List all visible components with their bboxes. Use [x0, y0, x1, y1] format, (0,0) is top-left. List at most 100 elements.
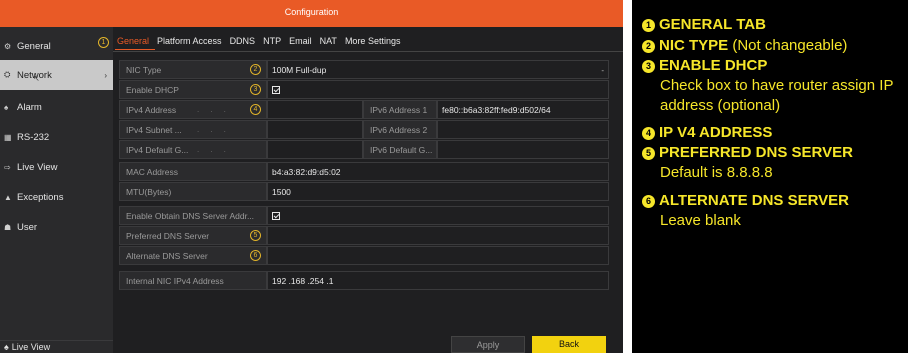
ipv6-address-2-label: IPv6 Address 2: [363, 120, 437, 139]
sidebar-item-alarm[interactable]: ♠ Alarm: [0, 92, 113, 122]
obtain-dns-checkbox[interactable]: [272, 212, 280, 220]
ipv4-subnet-label: IPv4 Subnet ...: [119, 120, 267, 139]
ipv4-gateway-dots: . . .: [197, 145, 226, 154]
tab-general[interactable]: General: [115, 32, 156, 50]
live-view-icon: ♠: [4, 342, 9, 352]
annotation-heading: ENABLE DHCP: [659, 57, 768, 74]
sidebar-item-user[interactable]: ☗ User: [0, 212, 113, 242]
alternate-dns-input[interactable]: [267, 246, 609, 265]
rs232-icon: ▦: [4, 132, 12, 142]
annotation-bullet: 1: [642, 19, 655, 32]
obtain-dns-field: [267, 206, 609, 225]
sidebar-item-label: Alarm: [17, 101, 42, 113]
annotation-6-note: Leave blank: [660, 212, 741, 229]
annotation-5-note: Default is 8.8.8.8: [660, 164, 773, 181]
chevron-right-icon: ›: [104, 70, 107, 80]
ipv4-subnet-input[interactable]: [267, 120, 363, 139]
sidebar-item-live-view[interactable]: ⇨ Live View: [0, 152, 113, 182]
sidebar-item-exceptions[interactable]: ▲ Exceptions: [0, 182, 113, 212]
preferred-dns-input[interactable]: [267, 226, 609, 245]
mtu-label: MTU(Bytes): [119, 182, 267, 201]
sidebar-item-general[interactable]: ⚙ General: [0, 31, 113, 61]
ipv6-address-2-value: [437, 120, 609, 139]
annotation-6: 6 ALTERNATE DNS SERVER: [642, 192, 849, 209]
callout-marker-5: 5: [250, 230, 261, 241]
tab-bar: General Platform Access DDNS NTP Email N…: [115, 32, 406, 50]
obtain-dns-label: Enable Obtain DNS Server Addr...: [119, 206, 267, 225]
tab-more-settings[interactable]: More Settings: [343, 32, 407, 50]
enable-dhcp-field: [267, 80, 609, 99]
enable-dhcp-label: Enable DHCP: [119, 80, 267, 99]
sidebar-item-label: RS-232: [17, 131, 50, 143]
internal-nic-input[interactable]: 192 .168 .254 .1: [267, 271, 609, 290]
tab-ddns[interactable]: DDNS: [228, 32, 262, 50]
annotation-heading: IP V4 ADDRESS: [659, 124, 773, 141]
annotation-heading: GENERAL TAB: [659, 16, 766, 33]
ipv4-address-label: IPv4 Address: [119, 100, 267, 119]
ipv4-address-input[interactable]: [267, 100, 363, 119]
ipv4-subnet-dots: . . .: [197, 125, 226, 134]
annotation-5: 5 PREFERRED DNS SERVER: [642, 144, 853, 161]
gear-icon: ⚙: [4, 41, 12, 51]
live-view-button[interactable]: ♠ Live View: [0, 340, 113, 353]
window-title: Configuration: [0, 0, 623, 27]
sidebar-item-label: User: [17, 221, 38, 233]
nic-type-select[interactable]: 100M Full-dup -: [267, 60, 609, 79]
dropdown-arrow-icon: -: [601, 66, 604, 75]
ipv4-gateway-label: IPv4 Default G...: [119, 140, 267, 159]
annotation-heading: NIC TYPE: [659, 37, 729, 54]
callout-marker-4: 4: [250, 104, 261, 115]
internal-nic-label: Internal NIC IPv4 Address: [119, 271, 267, 290]
mouse-cursor-icon: ↖: [33, 74, 40, 83]
annotation-bullet: 3: [642, 60, 655, 73]
configuration-window: Configuration ⚙ General ⛭ Network › ↖ ♠ …: [0, 0, 623, 353]
annotation-panel: 1 GENERAL TAB 2 NIC TYPE (Not changeable) …: [632, 0, 908, 353]
annotation-3: 3 ENABLE DHCP: [642, 57, 767, 74]
live-view-icon: ⇨: [4, 162, 11, 172]
user-icon: ☗: [4, 222, 12, 232]
live-view-label: Live View: [11, 342, 51, 352]
preferred-dns-label: Preferred DNS Server: [119, 226, 267, 245]
annotation-bullet: 5: [642, 147, 655, 160]
nic-type-label: NIC Type: [119, 60, 267, 79]
alarm-icon: ♠: [4, 102, 9, 112]
annotation-bullet: 2: [642, 40, 655, 53]
warning-icon: ▲: [4, 192, 12, 202]
sidebar-item-label: Exceptions: [17, 191, 64, 203]
tab-nat[interactable]: NAT: [318, 32, 343, 50]
tab-platform-access[interactable]: Platform Access: [155, 32, 228, 50]
callout-marker-2: 2: [250, 64, 261, 75]
tab-email[interactable]: Email: [287, 32, 318, 50]
alternate-dns-label: Alternate DNS Server: [119, 246, 267, 265]
sidebar-item-rs232[interactable]: ▦ RS-232: [0, 122, 113, 152]
annotation-note: (Not changeable): [728, 37, 848, 54]
enable-dhcp-checkbox[interactable]: [272, 86, 280, 94]
annotation-1: 1 GENERAL TAB: [642, 16, 766, 33]
tab-divider: [113, 51, 623, 52]
annotation-bullet: 4: [642, 127, 655, 140]
ipv6-address-1-label: IPv6 Address 1: [363, 100, 437, 119]
annotation-3-note-line2: address (optional): [660, 97, 781, 114]
ipv4-address-dots: . . .: [197, 105, 226, 114]
sidebar-item-label: General: [17, 40, 51, 52]
ipv6-gateway-label: IPv6 Default G...: [363, 140, 437, 159]
callout-marker-1: 1: [98, 37, 109, 48]
annotation-heading: ALTERNATE DNS SERVER: [659, 192, 850, 209]
sidebar-item-network[interactable]: ⛭ Network › ↖: [0, 60, 113, 90]
ipv4-gateway-input[interactable]: [267, 140, 363, 159]
nic-type-value: 100M Full-dup: [272, 65, 327, 75]
ipv6-gateway-value: [437, 140, 609, 159]
annotation-3-note-line1: Check box to have router assign IP: [660, 77, 894, 94]
annotation-bullet: 6: [642, 195, 655, 208]
annotation-2: 2 NIC TYPE (Not changeable): [642, 37, 847, 54]
ipv6-address-1-value: fe80::b6a3:82ff:fed9:d502/64: [437, 100, 609, 119]
mtu-input[interactable]: 1500: [267, 182, 609, 201]
callout-marker-6: 6: [250, 250, 261, 261]
callout-marker-3: 3: [250, 84, 261, 95]
tab-ntp[interactable]: NTP: [261, 32, 287, 50]
mac-address-label: MAC Address: [119, 162, 267, 181]
annotation-heading: PREFERRED DNS SERVER: [659, 144, 853, 161]
back-button[interactable]: Back: [532, 336, 606, 353]
apply-button[interactable]: Apply: [451, 336, 525, 353]
sidebar: ⚙ General ⛭ Network › ↖ ♠ Alarm ▦ RS-232…: [0, 27, 113, 353]
